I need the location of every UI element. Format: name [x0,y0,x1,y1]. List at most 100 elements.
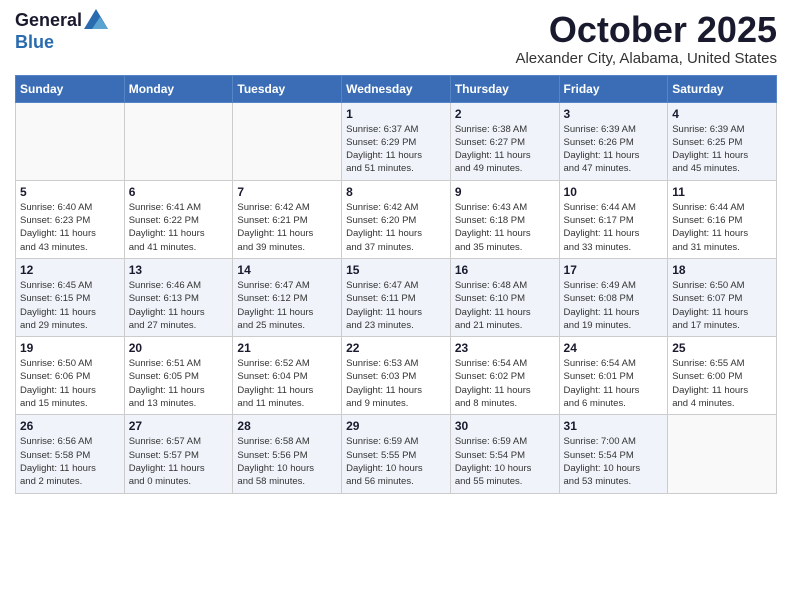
day-number: 11 [672,185,772,199]
calendar-cell: 5 Sunrise: 6:40 AM Sunset: 6:23 PM Daylig… [16,180,125,258]
calendar-cell: 28 Sunrise: 6:58 AM Sunset: 5:56 PM Dayli… [233,415,342,493]
day-number: 10 [564,185,664,199]
calendar-cell: 11Sunrise: 6:44 AM Sunset: 6:16 PM Dayli… [668,180,777,258]
weekday-header-tuesday: Tuesday [233,75,342,102]
calendar-cell: 3 Sunrise: 6:39 AM Sunset: 6:26 PM Daylig… [559,102,668,180]
day-info: Sunrise: 6:41 AM Sunset: 6:22 PM Dayligh… [129,201,229,254]
calendar-cell: 21 Sunrise: 6:52 AM Sunset: 6:04 PM Dayli… [233,337,342,415]
day-number: 19 [20,341,120,355]
calendar-cell: 31 Sunrise: 7:00 AM Sunset: 5:54 PM Dayli… [559,415,668,493]
page-header: General Blue October 2025 Alexander City… [15,10,777,67]
day-info: Sunrise: 6:47 AM Sunset: 6:11 PM Dayligh… [346,279,446,332]
day-number: 3 [564,107,664,121]
day-number: 14 [237,263,337,277]
day-number: 7 [237,185,337,199]
day-number: 30 [455,419,555,433]
calendar-cell: 8 Sunrise: 6:42 AM Sunset: 6:20 PM Daylig… [342,180,451,258]
day-number: 6 [129,185,229,199]
day-number: 28 [237,419,337,433]
day-number: 16 [455,263,555,277]
day-number: 23 [455,341,555,355]
day-number: 18 [672,263,772,277]
day-number: 26 [20,419,120,433]
day-number: 4 [672,107,772,121]
calendar-cell: 19 Sunrise: 6:50 AM Sunset: 6:06 PM Dayli… [16,337,125,415]
day-info: Sunrise: 6:38 AM Sunset: 6:27 PM Dayligh… [455,123,555,176]
day-info: Sunrise: 6:51 AM Sunset: 6:05 PM Dayligh… [129,357,229,410]
day-info: Sunrise: 6:56 AM Sunset: 5:58 PM Dayligh… [20,435,120,488]
day-number: 13 [129,263,229,277]
day-number: 21 [237,341,337,355]
calendar-cell: 18 Sunrise: 6:50 AM Sunset: 6:07 PM Dayli… [668,258,777,336]
day-number: 15 [346,263,446,277]
day-info: Sunrise: 6:40 AM Sunset: 6:23 PM Dayligh… [20,201,120,254]
logo: General Blue [15,10,108,53]
calendar-cell: 1 Sunrise: 6:37 AM Sunset: 6:29 PM Daylig… [342,102,451,180]
day-info: Sunrise: 6:59 AM Sunset: 5:55 PM Dayligh… [346,435,446,488]
day-number: 9 [455,185,555,199]
calendar-cell: 23 Sunrise: 6:54 AM Sunset: 6:02 PM Dayli… [450,337,559,415]
calendar-cell: 12 Sunrise: 6:45 AM Sunset: 6:15 PM Dayli… [16,258,125,336]
day-info: Sunrise: 6:39 AM Sunset: 6:26 PM Dayligh… [564,123,664,176]
weekday-header-wednesday: Wednesday [342,75,451,102]
day-number: 12 [20,263,120,277]
day-number: 27 [129,419,229,433]
day-info: Sunrise: 6:37 AM Sunset: 6:29 PM Dayligh… [346,123,446,176]
day-info: Sunrise: 6:42 AM Sunset: 6:21 PM Dayligh… [237,201,337,254]
weekday-header-friday: Friday [559,75,668,102]
day-number: 29 [346,419,446,433]
weekday-header-row: SundayMondayTuesdayWednesdayThursdayFrid… [16,75,777,102]
day-info: Sunrise: 6:50 AM Sunset: 6:07 PM Dayligh… [672,279,772,332]
day-info: Sunrise: 7:00 AM Sunset: 5:54 PM Dayligh… [564,435,664,488]
logo-general: General [15,10,82,32]
day-info: Sunrise: 6:42 AM Sunset: 6:20 PM Dayligh… [346,201,446,254]
day-info: Sunrise: 6:58 AM Sunset: 5:56 PM Dayligh… [237,435,337,488]
day-info: Sunrise: 6:54 AM Sunset: 6:01 PM Dayligh… [564,357,664,410]
weekday-header-thursday: Thursday [450,75,559,102]
calendar-cell: 25Sunrise: 6:55 AM Sunset: 6:00 PM Dayli… [668,337,777,415]
day-info: Sunrise: 6:44 AM Sunset: 6:17 PM Dayligh… [564,201,664,254]
day-number: 2 [455,107,555,121]
day-info: Sunrise: 6:54 AM Sunset: 6:02 PM Dayligh… [455,357,555,410]
calendar-cell: 10 Sunrise: 6:44 AM Sunset: 6:17 PM Dayli… [559,180,668,258]
day-info: Sunrise: 6:47 AM Sunset: 6:12 PM Dayligh… [237,279,337,332]
title-section: October 2025 Alexander City, Alabama, Un… [515,10,777,67]
day-info: Sunrise: 6:52 AM Sunset: 6:04 PM Dayligh… [237,357,337,410]
logo-blue: Blue [15,32,54,52]
calendar-cell: 7 Sunrise: 6:42 AM Sunset: 6:21 PM Daylig… [233,180,342,258]
calendar-cell: 30 Sunrise: 6:59 AM Sunset: 5:54 PM Dayli… [450,415,559,493]
day-number: 1 [346,107,446,121]
calendar-cell: 16Sunrise: 6:48 AM Sunset: 6:10 PM Dayli… [450,258,559,336]
calendar-cell: 4 Sunrise: 6:39 AM Sunset: 6:25 PM Daylig… [668,102,777,180]
logo-icon [84,9,108,29]
calendar-cell: 6 Sunrise: 6:41 AM Sunset: 6:22 PM Daylig… [124,180,233,258]
calendar-cell: 26 Sunrise: 6:56 AM Sunset: 5:58 PM Dayli… [16,415,125,493]
calendar-cell [668,415,777,493]
calendar-cell [124,102,233,180]
day-number: 8 [346,185,446,199]
calendar-cell: 22Sunrise: 6:53 AM Sunset: 6:03 PM Dayli… [342,337,451,415]
day-info: Sunrise: 6:59 AM Sunset: 5:54 PM Dayligh… [455,435,555,488]
day-number: 31 [564,419,664,433]
calendar-table: SundayMondayTuesdayWednesdayThursdayFrid… [15,75,777,494]
calendar-cell: 2 Sunrise: 6:38 AM Sunset: 6:27 PM Daylig… [450,102,559,180]
calendar-cell [233,102,342,180]
day-number: 24 [564,341,664,355]
calendar-cell: 15 Sunrise: 6:47 AM Sunset: 6:11 PM Dayli… [342,258,451,336]
day-info: Sunrise: 6:49 AM Sunset: 6:08 PM Dayligh… [564,279,664,332]
day-info: Sunrise: 6:55 AM Sunset: 6:00 PM Dayligh… [672,357,772,410]
calendar-cell: 14 Sunrise: 6:47 AM Sunset: 6:12 PM Dayli… [233,258,342,336]
day-info: Sunrise: 6:50 AM Sunset: 6:06 PM Dayligh… [20,357,120,410]
day-number: 5 [20,185,120,199]
calendar-cell: 27Sunrise: 6:57 AM Sunset: 5:57 PM Dayli… [124,415,233,493]
calendar-cell: 17Sunrise: 6:49 AM Sunset: 6:08 PM Dayli… [559,258,668,336]
day-info: Sunrise: 6:53 AM Sunset: 6:03 PM Dayligh… [346,357,446,410]
weekday-header-monday: Monday [124,75,233,102]
calendar-week-row: 5 Sunrise: 6:40 AM Sunset: 6:23 PM Daylig… [16,180,777,258]
day-info: Sunrise: 6:39 AM Sunset: 6:25 PM Dayligh… [672,123,772,176]
calendar-week-row: 12 Sunrise: 6:45 AM Sunset: 6:15 PM Dayli… [16,258,777,336]
calendar-week-row: 19 Sunrise: 6:50 AM Sunset: 6:06 PM Dayli… [16,337,777,415]
day-info: Sunrise: 6:45 AM Sunset: 6:15 PM Dayligh… [20,279,120,332]
calendar-week-row: 26 Sunrise: 6:56 AM Sunset: 5:58 PM Dayli… [16,415,777,493]
calendar-cell: 24 Sunrise: 6:54 AM Sunset: 6:01 PM Dayli… [559,337,668,415]
